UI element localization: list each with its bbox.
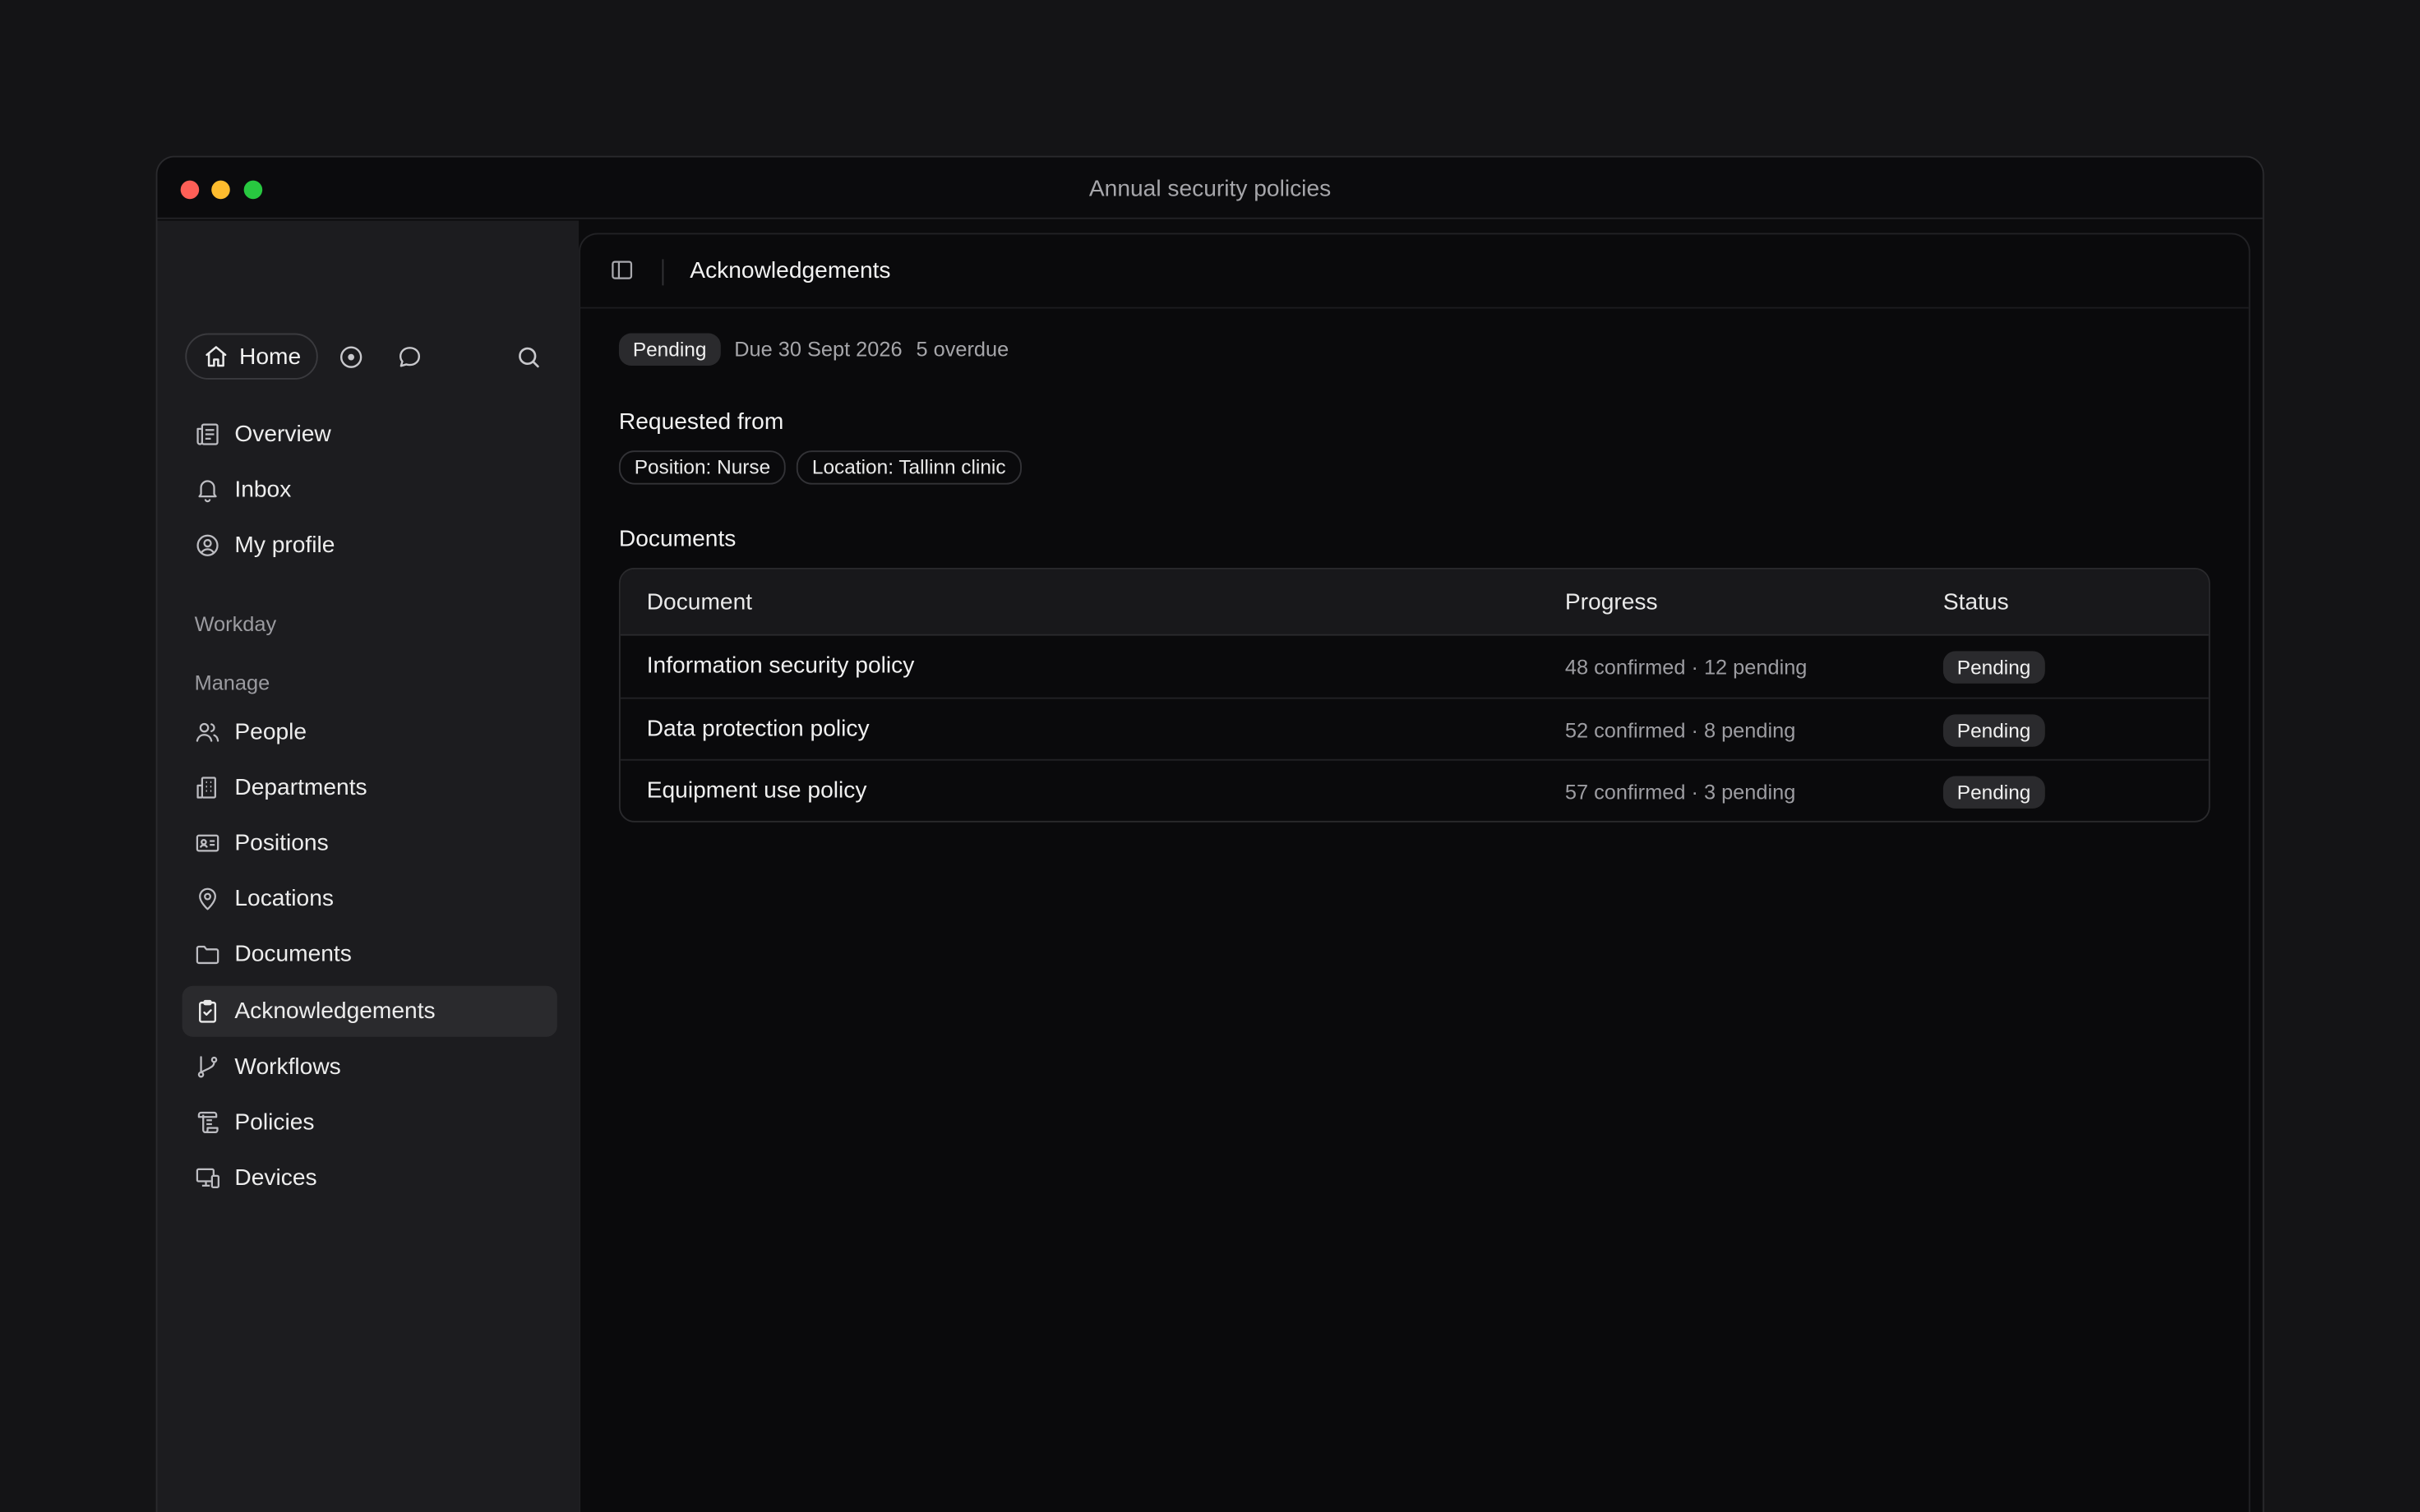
compass-icon[interactable]: [335, 341, 366, 372]
people-icon: [196, 722, 219, 742]
status-badge: Pending: [1942, 714, 2045, 747]
requested-from-chips: Position: Nurse Location: Tallinn clinic: [618, 450, 1022, 485]
scroll-icon: [197, 1111, 219, 1134]
requested-from-chip[interactable]: Location: Tallinn clinic: [797, 450, 1022, 485]
sidebar-item-label: Devices: [234, 1164, 317, 1192]
status-badge: Pending: [1942, 776, 2045, 809]
window-title: Annual security policies: [1088, 176, 1332, 202]
map-pin-icon: [199, 887, 216, 910]
home-label: Home: [239, 343, 302, 370]
sidebar-item-people[interactable]: People: [182, 707, 557, 758]
sidebar-item-label: My profile: [234, 532, 335, 559]
sidebar-item-policies[interactable]: Policies: [182, 1097, 557, 1148]
sidebar: Home Overview Inbox My profile Workday M…: [157, 220, 580, 1512]
search-icon[interactable]: [512, 341, 543, 372]
sidebar-item-label: Overview: [234, 421, 331, 448]
sidebar-item-label: Locations: [234, 885, 334, 912]
home-icon: [206, 346, 227, 367]
document-name[interactable]: Information security policy: [647, 652, 915, 679]
user-circle-icon: [196, 534, 219, 556]
column-header-progress: Progress: [1564, 589, 1658, 616]
sidebar-item-positions[interactable]: Positions: [182, 818, 557, 869]
table-header: Document Progress Status: [620, 569, 2209, 636]
bell-icon: [198, 480, 217, 503]
column-header-document: Document: [646, 589, 753, 616]
status-badge: Pending: [1942, 651, 2045, 684]
clipboard-check-icon: [199, 999, 217, 1023]
document-name[interactable]: Equipment use policy: [647, 777, 867, 804]
document-progress: 52 confirmed · 8 pending: [1564, 718, 1796, 743]
folder-icon: [196, 945, 219, 965]
home-button[interactable]: Home: [185, 333, 318, 380]
sidebar-item-workflows[interactable]: Workflows: [182, 1041, 557, 1092]
document-progress: 57 confirmed · 3 pending: [1564, 781, 1796, 804]
section-label-manage: Manage: [194, 671, 270, 694]
sidebar-item-label: Documents: [234, 941, 352, 968]
sidebar-item-label: Policies: [234, 1109, 315, 1136]
status-badge: Pending: [618, 332, 721, 366]
sidebar-item-label: Departments: [234, 774, 367, 801]
main-panel: Acknowledgements Pending Due 30 Sept 202…: [579, 233, 2251, 1512]
sidebar-item-label: Workflows: [234, 1053, 341, 1081]
git-branch-icon: [197, 1056, 218, 1078]
devices-icon: [196, 1168, 219, 1188]
header-divider: [662, 259, 664, 286]
sidebar-toggle-icon[interactable]: [610, 258, 635, 290]
section-label-workday[interactable]: Workday: [195, 612, 277, 635]
document-name[interactable]: Data protection policy: [647, 716, 870, 742]
table-row[interactable]: Equipment use policy 57 confirmed · 3 pe…: [620, 758, 2209, 821]
documents-heading: Documents: [618, 526, 737, 553]
id-card-icon: [196, 834, 219, 852]
title-bar: Annual security policies: [157, 157, 2263, 219]
sidebar-item-label: Positions: [234, 830, 329, 857]
sidebar-item-departments[interactable]: Departments: [182, 763, 557, 814]
overdue-count: 5 overdue: [916, 337, 1009, 361]
table-row[interactable]: Data protection policy 52 confirmed · 8 …: [620, 697, 2209, 759]
documents-table: Document Progress Status Information sec…: [618, 567, 2210, 823]
building-icon: [196, 777, 216, 799]
requested-from-chip[interactable]: Position: Nurse: [618, 450, 786, 485]
sidebar-item-label: People: [234, 718, 307, 745]
sidebar-item-locations[interactable]: Locations: [182, 874, 557, 924]
sidebar-item-devices[interactable]: Devices: [182, 1153, 557, 1204]
sidebar-item-inbox[interactable]: Inbox: [182, 464, 557, 515]
main-header: Acknowledgements: [580, 234, 2249, 309]
requested-from-heading: Requested from: [618, 408, 784, 436]
sidebar-top-nav: Home: [185, 333, 557, 383]
table-row[interactable]: Information security policy 48 confirmed…: [621, 636, 2209, 698]
app-window: Annual security policies Home Overview I…: [155, 155, 2265, 1512]
overview-icon: [196, 423, 219, 445]
sidebar-item-overview[interactable]: Overview: [182, 409, 557, 460]
column-header-status: Status: [1942, 589, 2009, 616]
page-title: Acknowledgements: [690, 257, 891, 284]
sidebar-item-documents[interactable]: Documents: [182, 929, 557, 980]
due-date: Due 30 Sept 2026: [734, 337, 903, 361]
sidebar-item-my-profile[interactable]: My profile: [182, 520, 557, 571]
document-progress: 48 confirmed · 12 pending: [1564, 655, 1808, 680]
sidebar-item-label: Inbox: [234, 477, 292, 504]
acknowledgement-meta: Pending Due 30 Sept 2026 5 overdue: [618, 332, 1009, 366]
sidebar-item-acknowledgements[interactable]: Acknowledgements: [182, 985, 557, 1037]
chat-icon[interactable]: [394, 341, 425, 372]
sidebar-item-label: Acknowledgements: [234, 998, 436, 1025]
